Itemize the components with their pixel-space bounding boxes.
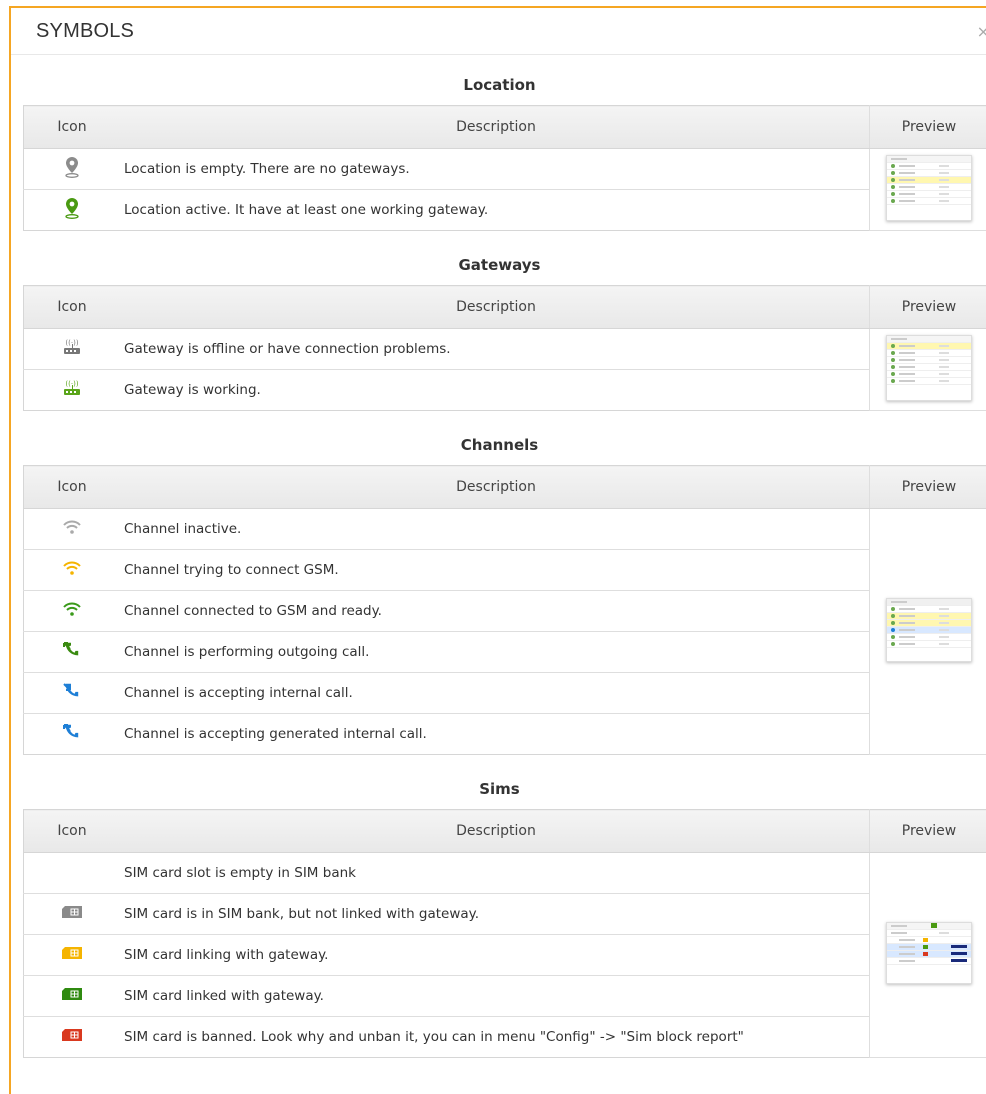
sims-table: Icon Description Preview SIM card slot i… [23, 809, 986, 1058]
row-description: SIM card slot is empty in SIM bank [120, 852, 870, 894]
gateways-preview-thumbnail[interactable] [886, 334, 972, 401]
column-header-icon: Icon [23, 105, 120, 149]
preview-cell [869, 328, 986, 411]
column-header-icon: Icon [23, 809, 120, 853]
table-row: Location active. It have at least one wo… [24, 190, 986, 231]
preview-cell [869, 508, 986, 755]
row-description: Gateway is offline or have connection pr… [120, 328, 870, 370]
table-header-row: Icon Description Preview [23, 285, 986, 329]
table-row: Location is empty. There are no gateways… [23, 148, 986, 231]
location-table: Icon Description Preview Location is emp… [23, 105, 986, 231]
channels-table: Icon Description Preview Channel inactiv… [23, 465, 986, 755]
row-description: Channel is accepting internal call. [120, 672, 870, 714]
row-description: Channel is performing outgoing call. [120, 631, 870, 673]
table-row: SIM card is in SIM bank, but not linked … [23, 893, 986, 935]
column-header-description: Description [120, 465, 870, 509]
section-title-sims: Sims [479, 780, 520, 798]
phone-generated-blue-icon [62, 723, 82, 745]
dialog-title: SYMBOLS [36, 20, 135, 42]
row-description: Channel is accepting generated internal … [124, 726, 427, 742]
section-title-channels: Channels [460, 436, 539, 454]
row-description: SIM card linked with gateway. [120, 975, 870, 1017]
section-title-gateways: Gateways [458, 256, 541, 274]
table-row: SIM card linking with gateway. [23, 934, 986, 976]
gateways-table: Icon Description Preview ((·)) Gateway i… [23, 285, 986, 411]
table-row: SIM card linked with gateway. [23, 975, 986, 1017]
sim-orange-icon [62, 947, 82, 963]
table-header-row: Icon Description Preview [23, 465, 986, 509]
column-header-preview: Preview [869, 465, 986, 509]
sim-green-icon [62, 988, 82, 1004]
table-row: ((·)) Gateway is offline or have connect… [23, 328, 986, 411]
dialog-header: SYMBOLS × [11, 8, 986, 55]
location-preview-thumbnail[interactable] [886, 154, 972, 221]
row-description: Channel inactive. [120, 508, 870, 550]
phone-incoming-blue-icon [62, 682, 82, 704]
sim-gray-icon [62, 906, 82, 922]
table-row: Channel is accepting internal call. [23, 672, 986, 714]
table-row: SIM card is banned. Look why and unban i… [24, 1017, 986, 1058]
table-row: Channel trying to connect GSM. [23, 549, 986, 591]
row-description: Channel trying to connect GSM. [120, 549, 870, 591]
location-pin-green-icon [64, 197, 80, 223]
row-description: Location is empty. There are no gateways… [120, 148, 870, 190]
phone-outgoing-green-icon [62, 641, 82, 663]
table-row: Channel inactive. [23, 508, 986, 755]
column-header-icon: Icon [23, 285, 120, 329]
gateway-green-icon: ((·)) [61, 379, 83, 401]
table-row: ((·)) Gateway is working. [24, 370, 986, 411]
table-row: Channel is performing outgoing call. [23, 631, 986, 673]
gateway-gray-icon: ((·)) [61, 338, 83, 360]
channels-preview-thumbnail[interactable] [886, 597, 972, 662]
column-header-description: Description [120, 809, 870, 853]
close-icon[interactable]: × [977, 22, 986, 41]
column-header-icon: Icon [23, 465, 120, 509]
table-header-row: Icon Description Preview [23, 809, 986, 853]
preview-cell [869, 148, 986, 231]
column-header-description: Description [120, 285, 870, 329]
row-description: Gateway is working. [124, 382, 261, 398]
column-header-preview: Preview [869, 285, 986, 329]
wifi-gray-icon [63, 520, 81, 538]
row-description: SIM card linking with gateway. [120, 934, 870, 976]
sims-preview-thumbnail[interactable] [886, 922, 972, 984]
wifi-orange-icon [63, 561, 81, 579]
column-header-description: Description [120, 105, 870, 149]
row-description: SIM card is in SIM bank, but not linked … [120, 893, 870, 935]
table-row: SIM card slot is empty in SIM bank [23, 852, 986, 1058]
symbols-dialog: SYMBOLS × Location Icon Description Prev… [9, 6, 986, 1094]
row-description: SIM card is banned. Look why and unban i… [124, 1029, 744, 1045]
column-header-preview: Preview [869, 105, 986, 149]
column-header-preview: Preview [869, 809, 986, 853]
location-pin-gray-icon [64, 156, 80, 182]
row-description: Channel connected to GSM and ready. [120, 590, 870, 632]
preview-cell [869, 852, 986, 1058]
table-row: Channel connected to GSM and ready. [23, 590, 986, 632]
section-title-location: Location [463, 76, 536, 94]
table-header-row: Icon Description Preview [23, 105, 986, 149]
table-row: Channel is accepting generated internal … [24, 714, 986, 755]
sim-red-icon [62, 1029, 82, 1045]
wifi-green-icon [63, 602, 81, 620]
row-description: Location active. It have at least one wo… [124, 202, 489, 218]
